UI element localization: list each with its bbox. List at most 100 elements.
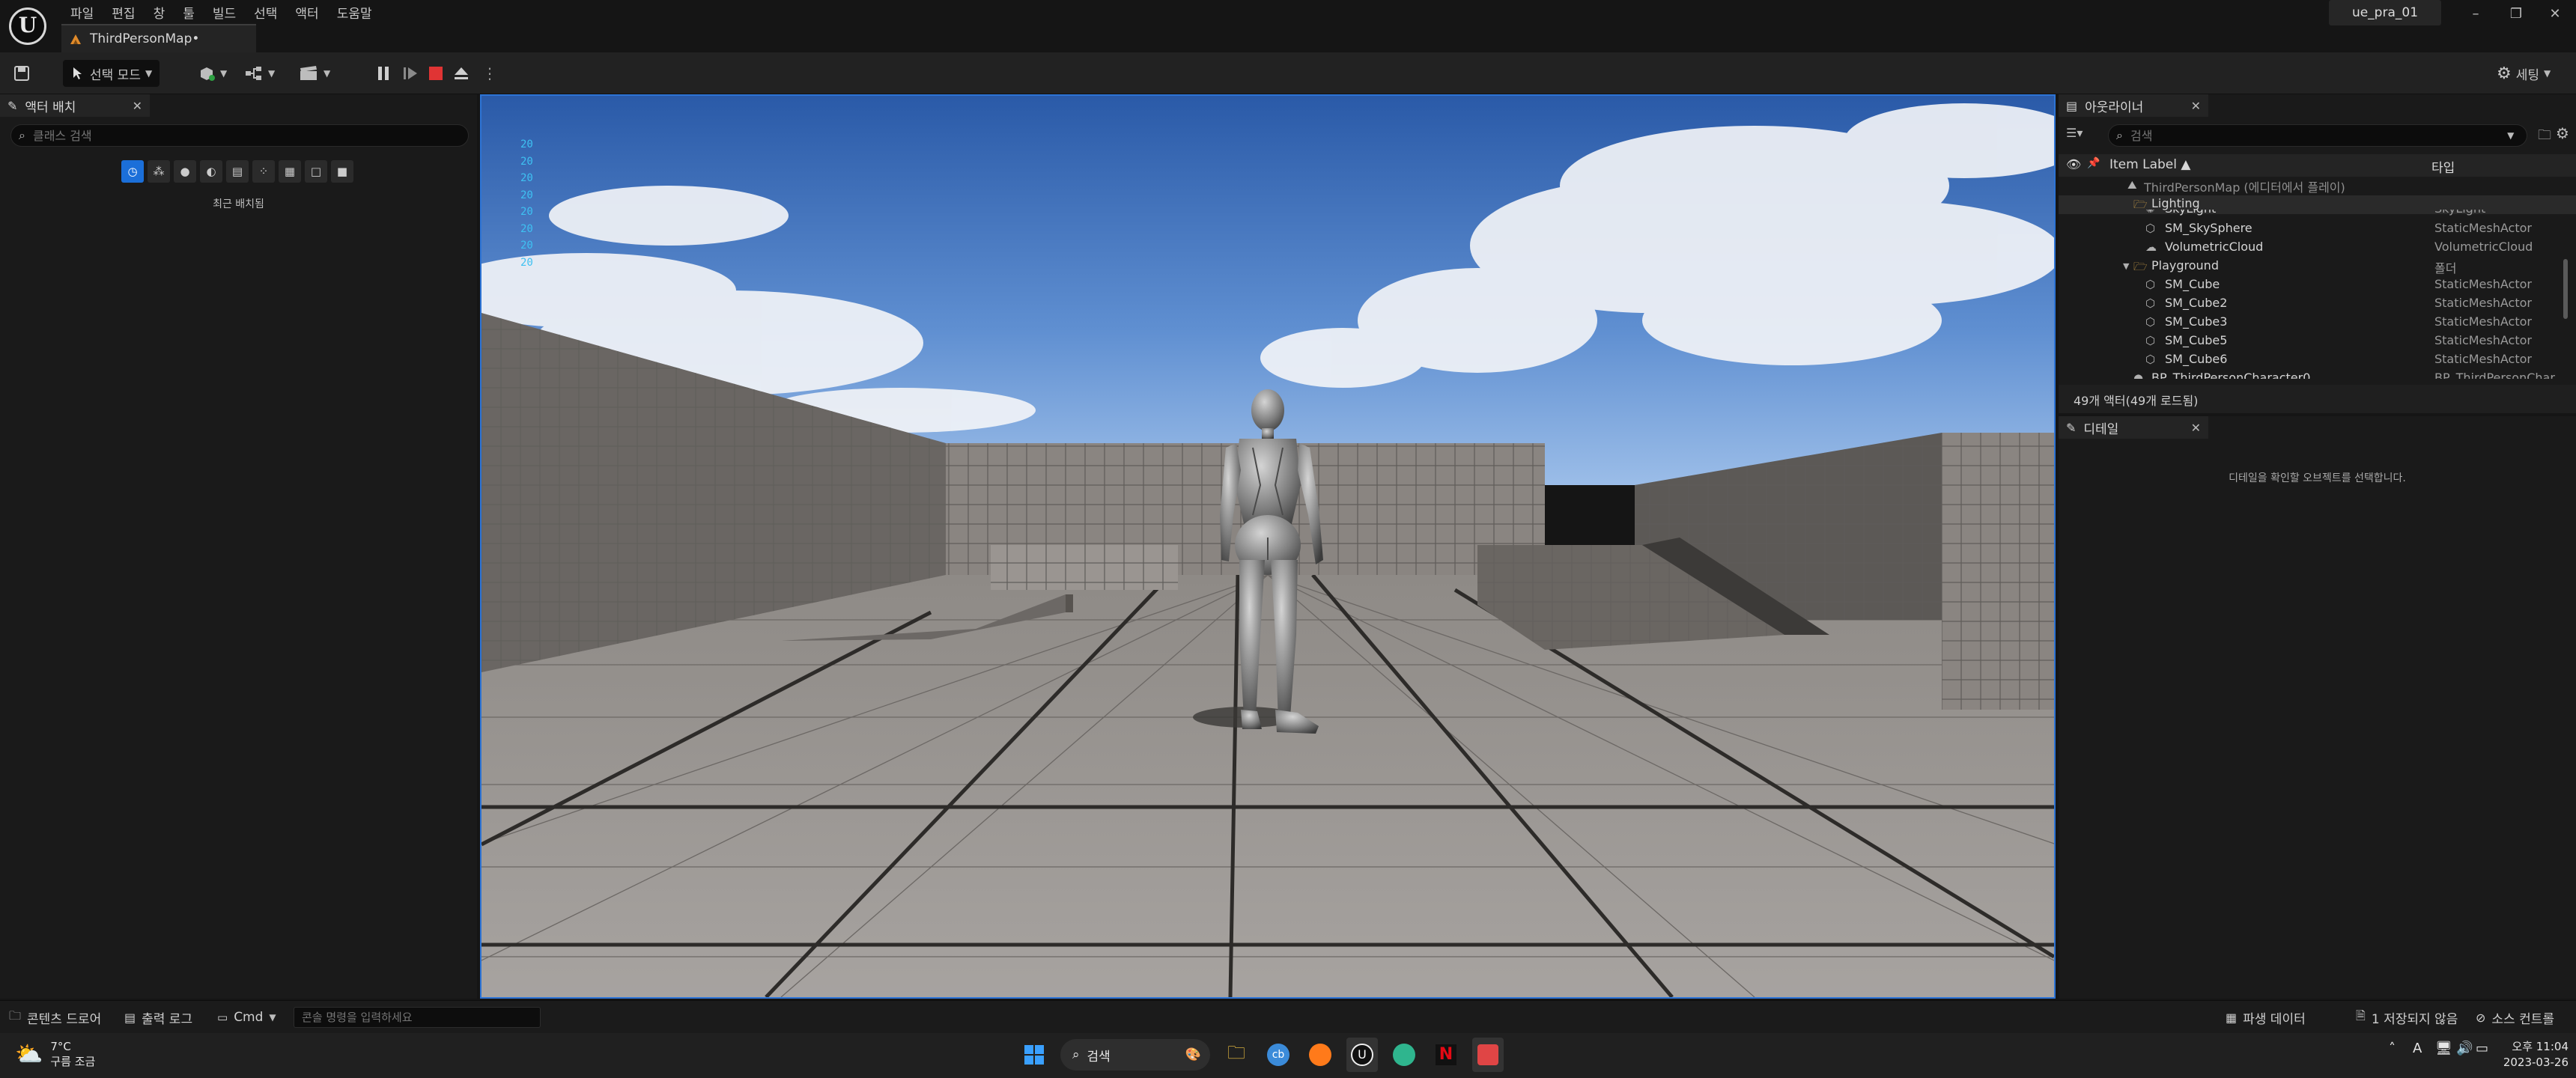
add-actor-button[interactable]: ▼: [198, 60, 227, 87]
outliner-search-field[interactable]: ⌕ ▼: [2108, 124, 2527, 147]
derived-data-button[interactable]: ▦ 파생 데이터: [2226, 1008, 2306, 1027]
minimize-icon[interactable]: –: [2461, 3, 2491, 25]
menu-edit[interactable]: 편집: [103, 0, 144, 22]
network-icon[interactable]: 🖥: [2435, 1041, 2452, 1056]
shapes-icon[interactable]: ■: [331, 160, 353, 183]
close-icon[interactable]: ✕: [133, 99, 142, 113]
level-document-tab[interactable]: ThirdPersonMap•: [61, 24, 256, 52]
tree-row-folder-playground[interactable]: ▼ 🗁 Playground 폴더: [2059, 258, 2576, 276]
pin-icon[interactable]: 📌: [2087, 157, 2100, 169]
close-icon[interactable]: ✕: [2191, 99, 2201, 113]
details-tab[interactable]: ✎ 디테일 ✕: [2059, 416, 2208, 439]
volume-icon[interactable]: 🔊: [2456, 1041, 2473, 1056]
restore-icon[interactable]: ❐: [2501, 3, 2531, 25]
battery-icon[interactable]: ▭: [2476, 1041, 2488, 1056]
chevron-up-icon[interactable]: ˄: [2389, 1041, 2396, 1056]
class-search-field[interactable]: ⌕: [10, 124, 469, 147]
level-icon: ⛰: [2127, 178, 2137, 192]
expand-arrow-icon[interactable]: ▼: [2123, 261, 2129, 271]
frame-skip-button[interactable]: [401, 60, 419, 87]
menu-tools[interactable]: 툴: [174, 0, 204, 22]
weather-widget[interactable]: ⛅ 7°C 구름 조금: [15, 1039, 95, 1069]
taskbar-search[interactable]: ⌕ 검색 🎨: [1060, 1039, 1210, 1071]
outliner-scrollbar[interactable]: [2563, 259, 2568, 319]
menu-actor[interactable]: 액터: [286, 0, 327, 22]
level-viewport[interactable]: 20 20 20 20 20 20 20 20: [480, 94, 2056, 999]
output-log-button[interactable]: ▤ 출력 로그: [124, 1008, 192, 1027]
pause-button[interactable]: [374, 60, 392, 87]
unreal-engine-icon[interactable]: U: [1346, 1038, 1378, 1072]
lights-icon[interactable]: ●: [174, 160, 196, 183]
content-drawer-icon: 🗀: [9, 1008, 22, 1023]
outliner-search-input[interactable]: [2130, 128, 2500, 143]
menu-window[interactable]: 창: [145, 0, 174, 22]
visibility-eye-icon[interactable]: 👁: [2066, 157, 2081, 171]
volumes-icon[interactable]: ▦: [279, 160, 301, 183]
add-folder-icon[interactable]: 🗀: [2538, 126, 2551, 148]
column-type[interactable]: 타입: [2431, 157, 2455, 176]
unsaved-button[interactable]: 🗎 1 저장되지 않음: [2356, 1008, 2458, 1027]
system-clock[interactable]: 오후 11:04 2023-03-26: [2494, 1039, 2569, 1071]
eject-button[interactable]: [452, 60, 470, 87]
tree-row-sm-cube[interactable]: ⬡ SM_Cube StaticMeshActor: [2059, 276, 2576, 295]
tree-row-skylight[interactable]: ✺ SkyLight SkyLight: [2059, 210, 2576, 220]
stat-line: 20: [520, 172, 533, 184]
settings-button[interactable]: ⚙ 세팅 ▼: [2497, 60, 2551, 87]
console-input[interactable]: [294, 1008, 540, 1027]
tree-row-level[interactable]: ⛰ ThirdPersonMap (에디터에서 플레이): [2059, 177, 2576, 195]
tree-row-sm-cube3[interactable]: ⬡ SM_Cube3 StaticMeshActor: [2059, 314, 2576, 332]
tree-row-sm-skysphere[interactable]: ⬡ SM_SkySphere StaticMeshActor: [2059, 220, 2576, 239]
class-search-input[interactable]: [32, 128, 437, 143]
snipping-tool-icon[interactable]: [1472, 1038, 1504, 1072]
close-icon[interactable]: ✕: [2191, 421, 2201, 435]
ime-indicator[interactable]: A: [2413, 1041, 2422, 1056]
menu-select[interactable]: 선택: [245, 0, 286, 22]
tree-row-character[interactable]: ● BP_ThirdPersonCharacter0 BP_ThirdPerso…: [2059, 370, 2576, 379]
outliner-panel: ▤ 아웃라이너 ✕ ☰▾ ⌕ ▼ 🗀 ⚙ 👁 📌 Item Label ▲ 타입…: [2059, 94, 2576, 413]
filter-dropdown[interactable]: ☰▾: [2066, 126, 2083, 140]
stat-line: 20: [520, 240, 533, 252]
blueprint-button[interactable]: ▼: [244, 60, 275, 87]
menu-file[interactable]: 파일: [61, 0, 103, 22]
place-actors-title: 액터 배치: [25, 100, 76, 115]
play-options-button[interactable]: ⋮: [482, 60, 497, 87]
menu-build[interactable]: 빌드: [204, 0, 245, 22]
visual-effects-icon[interactable]: ▤: [226, 160, 249, 183]
tree-row-sm-cube5[interactable]: ⬡ SM_Cube5 StaticMeshActor: [2059, 332, 2576, 351]
recent-clock-icon[interactable]: ◷: [121, 160, 144, 183]
tree-row-sm-cube2[interactable]: ⬡ SM_Cube2 StaticMeshActor: [2059, 295, 2576, 314]
more-options-icon: ⋮: [482, 64, 497, 82]
cinematic-icon[interactable]: ◐: [200, 160, 222, 183]
outliner-tab[interactable]: ▤ 아웃라이너 ✕: [2059, 94, 2208, 117]
unsaved-label: 1 저장되지 않음: [2371, 1011, 2458, 1027]
column-item-label[interactable]: Item Label ▲: [2109, 157, 2190, 172]
windows-start-icon[interactable]: [1018, 1038, 1050, 1072]
unreal-logo[interactable]: U: [9, 7, 46, 45]
file-explorer-icon[interactable]: 🗀: [1221, 1038, 1252, 1072]
chat-app-icon[interactable]: cb: [1263, 1038, 1294, 1072]
menu-help[interactable]: 도움말: [328, 0, 381, 22]
all-classes-icon[interactable]: □: [305, 160, 327, 183]
cinematics-button[interactable]: ▼: [298, 60, 330, 87]
source-control-label: 소스 컨트롤: [2491, 1011, 2555, 1027]
tree-row-sm-cube6[interactable]: ⬡ SM_Cube6 StaticMeshActor: [2059, 351, 2576, 370]
firefox-icon[interactable]: [1304, 1038, 1336, 1072]
output-log-label: 출력 로그: [142, 1011, 193, 1027]
geometry-icon[interactable]: ⁘: [252, 160, 275, 183]
save-button[interactable]: [13, 60, 30, 87]
content-drawer-button[interactable]: 🗀 콘텐츠 드로어: [9, 1008, 101, 1027]
netflix-icon[interactable]: N: [1430, 1038, 1462, 1072]
place-actors-tab[interactable]: ✎ 액터 배치 ✕: [0, 94, 150, 117]
chevron-down-icon: ▼: [220, 68, 228, 79]
tree-row-volumetric-cloud[interactable]: ☁ VolumetricCloud VolumetricCloud: [2059, 239, 2576, 258]
source-control-button[interactable]: ⊘ 소스 컨트롤: [2476, 1008, 2554, 1027]
actor-count: 49개 액터(49개 로드됨): [2059, 385, 2576, 413]
console-command-field[interactable]: [294, 1007, 541, 1028]
close-window-icon[interactable]: ✕: [2540, 3, 2570, 25]
stop-button[interactable]: [427, 60, 445, 87]
basic-shapes-icon[interactable]: ⁂: [148, 160, 170, 183]
edge-browser-icon[interactable]: [1388, 1038, 1420, 1072]
gear-icon[interactable]: ⚙: [2556, 124, 2569, 142]
cmd-dropdown[interactable]: ▭ Cmd ▼: [217, 1008, 276, 1027]
mode-select-dropdown[interactable]: 선택 모드 ▼: [63, 60, 160, 87]
